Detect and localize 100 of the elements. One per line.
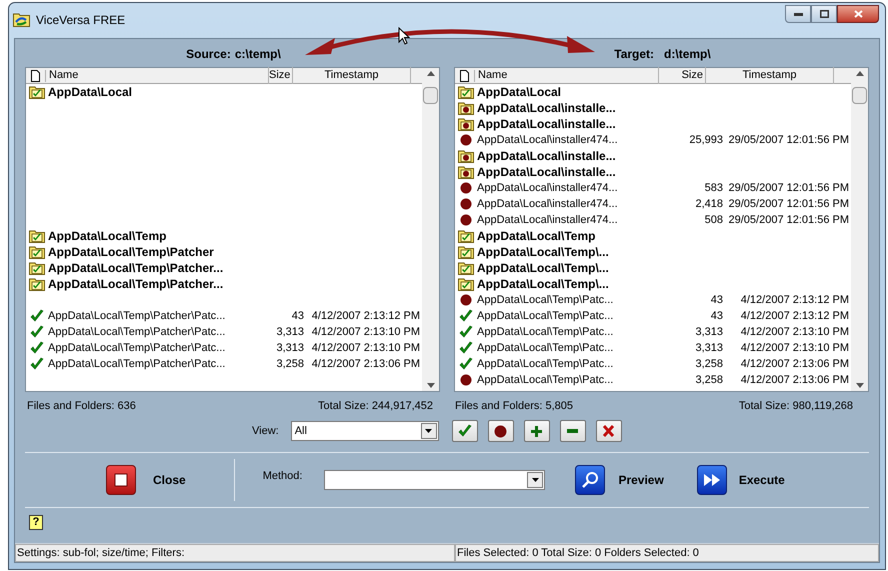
filter-button[interactable] [452, 420, 478, 442]
file-timestamp: 29/05/2007 12:01:56 PM [728, 196, 850, 212]
scroll-up-icon[interactable] [426, 71, 434, 76]
folder-check-icon [458, 85, 474, 99]
file-name: AppData\Local\Temp\Patc... [477, 308, 614, 324]
filter-button[interactable] [524, 420, 550, 442]
view-label: View: [252, 424, 279, 439]
scroll-thumb[interactable] [852, 87, 867, 104]
folder-name: AppData\Local\Temp\... [477, 260, 609, 277]
folder-name: AppData\Local\Temp [48, 228, 166, 245]
column-header[interactable]: Timestamp [706, 67, 834, 84]
total-size: Total Size: 244,917,452 [318, 399, 433, 412]
folder-name: AppData\Local\installe... [477, 164, 616, 181]
scroll-down-icon[interactable] [856, 383, 864, 388]
folder-check-icon [29, 245, 45, 259]
minimize-icon [794, 12, 802, 16]
close-window-button[interactable] [837, 5, 879, 23]
dot-icon [460, 182, 472, 194]
scroll-up-icon[interactable] [856, 71, 864, 76]
folder-name: AppData\Local\Temp\Patcher... [48, 260, 224, 277]
file-name: AppData\Local\installer474... [477, 180, 618, 196]
file-name: AppData\Local\installer474... [477, 196, 618, 212]
column-header[interactable]: Name [475, 67, 659, 84]
file-name: AppData\Local\Temp\Patc... [477, 324, 614, 340]
folder-check-icon [458, 261, 474, 275]
dot-icon [460, 214, 472, 226]
file-timestamp: 4/12/2007 2:13:10 PM [740, 340, 850, 356]
file-timestamp: 29/05/2007 12:01:56 PM [728, 212, 850, 228]
file-size: 3,258 [276, 356, 304, 372]
scroll-thumb[interactable] [423, 87, 438, 104]
status-text: Files Selected: 0 Total Size: 0 Folders Selected: 0 [455, 544, 879, 562]
column-header[interactable]: Size [269, 67, 293, 84]
file-size: 3,313 [695, 324, 723, 340]
scroll-down-icon[interactable] [426, 383, 434, 388]
file-timestamp: 29/05/2007 12:01:56 PM [728, 132, 850, 148]
check-icon [30, 341, 44, 355]
help-button[interactable]: ? [29, 515, 43, 530]
caret-icon [425, 429, 432, 433]
folder-check-icon [458, 277, 474, 291]
file-timestamp: 4/12/2007 2:13:12 PM [310, 308, 421, 324]
file-name: AppData\Local\Temp\Patc... [477, 372, 614, 388]
file-size: 2,418 [695, 196, 723, 212]
file-size: 3,313 [276, 340, 304, 356]
file-size: 43 [710, 308, 723, 324]
file-name: AppData\Local\Temp\Patcher\Patc... [48, 356, 226, 372]
source-path: c:\temp\ [234, 46, 281, 63]
filter-button[interactable] [488, 420, 514, 442]
folder-name: AppData\Local\installe... [477, 148, 616, 165]
source-label: Source: [186, 46, 231, 63]
stop-icon [114, 473, 128, 487]
target-label: Target: [614, 46, 654, 63]
close-button[interactable]: Close [106, 465, 186, 495]
file-size: 3,258 [695, 372, 723, 388]
status-text: Settings: sub-fol; size/time; Filters: [15, 544, 455, 562]
check-icon [459, 341, 473, 355]
file-timestamp: 4/12/2007 2:13:06 PM [310, 356, 421, 372]
column-header[interactable]: Size [659, 67, 706, 84]
dot-icon [460, 198, 472, 210]
file-name: AppData\Local\installer474... [477, 132, 618, 148]
folder-check-icon [29, 229, 45, 243]
execute-button[interactable]: Execute [696, 465, 785, 495]
file-name: AppData\Local\Temp\Patcher\Patc... [48, 324, 226, 340]
folder-name: AppData\Local\Temp\Patcher... [48, 276, 224, 293]
folder-check-icon [29, 261, 45, 275]
file-timestamp: 4/12/2007 2:13:06 PM [740, 356, 850, 372]
preview-button[interactable]: Preview [575, 465, 664, 495]
maximize-button[interactable] [811, 5, 837, 23]
folder-name: AppData\Local\installe... [477, 100, 616, 117]
folder-name: AppData\Local\Temp\... [477, 276, 609, 293]
dot-icon [494, 424, 508, 438]
scrollbar[interactable] [851, 68, 868, 391]
file-size: 508 [704, 212, 723, 228]
total-size: Total Size: 980,119,268 [738, 399, 853, 412]
document-icon [460, 70, 469, 82]
file-timestamp: 4/12/2007 2:13:06 PM [740, 372, 850, 388]
file-name: AppData\Local\Temp\Patc... [477, 292, 614, 308]
plus-icon [531, 426, 542, 436]
column-header[interactable]: Name [46, 67, 269, 84]
column-header[interactable]: Timestamp [293, 67, 411, 84]
caret-icon [532, 478, 539, 482]
view-dropdown[interactable]: All [290, 421, 439, 441]
folder-name: AppData\Local\Temp [477, 228, 596, 245]
file-size: 3,313 [276, 324, 304, 340]
filter-button[interactable] [560, 420, 586, 442]
file-timestamp: 29/05/2007 12:01:56 PM [728, 180, 850, 196]
dot-icon [460, 374, 472, 386]
file-size: 3,258 [695, 356, 723, 372]
folder-check-icon [458, 229, 474, 243]
file-name: AppData\Local\Temp\Patcher\Patc... [48, 340, 226, 356]
minimize-button[interactable] [785, 5, 811, 23]
folder-name: AppData\Local\Temp\Patcher [48, 244, 214, 261]
scrollbar[interactable] [422, 68, 439, 391]
window-title: ViceVersa FREE [36, 12, 126, 29]
method-dropdown[interactable] [324, 470, 546, 490]
files-count: Files and Folders: 5,805 [455, 399, 574, 412]
check-icon [30, 325, 44, 339]
file-name: AppData\Local\Temp\Patc... [477, 340, 614, 356]
check-icon [458, 424, 472, 438]
filter-button[interactable] [596, 420, 622, 442]
file-name: AppData\Local\installer474... [477, 212, 618, 228]
